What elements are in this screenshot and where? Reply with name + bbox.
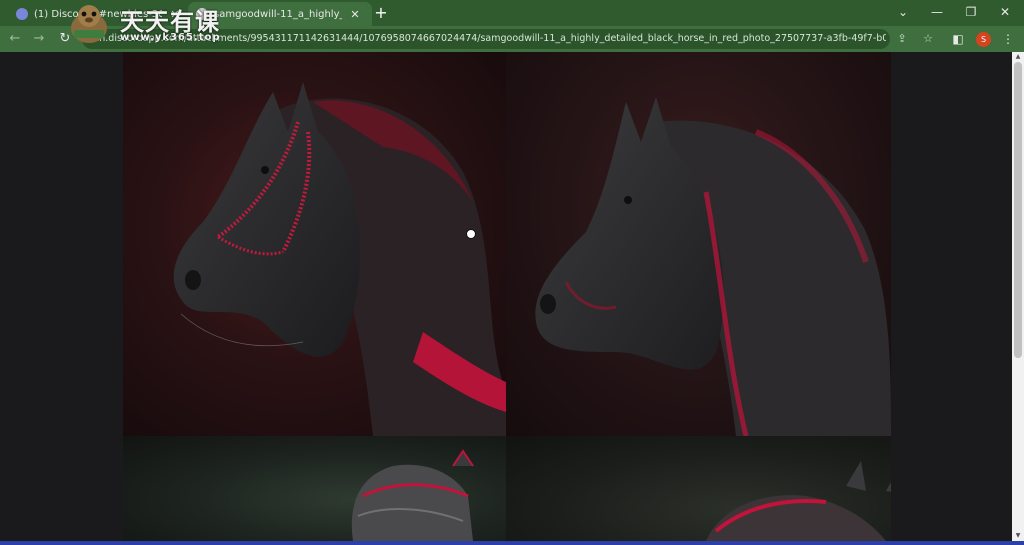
- image-tile-2[interactable]: [506, 52, 891, 436]
- scrollbar-thumb[interactable]: [1014, 62, 1022, 358]
- horse-image-2: [535, 97, 891, 436]
- scroll-up-icon[interactable]: ▲: [1012, 52, 1024, 62]
- horse-image-3: [351, 449, 474, 541]
- taskbar-edge: [0, 541, 1024, 545]
- horse-image-1: [173, 82, 506, 436]
- image-viewport: [0, 52, 1012, 541]
- share-icon[interactable]: ⇪: [894, 31, 910, 47]
- image-tile-4[interactable]: [506, 436, 891, 541]
- sidepanel-icon[interactable]: ◧: [950, 31, 966, 47]
- tab-search-icon[interactable]: ⌄: [886, 0, 920, 24]
- vertical-scrollbar[interactable]: ▲ ▼: [1012, 52, 1024, 541]
- watermark-url: www.yk365.top: [120, 32, 221, 43]
- discord-icon: [16, 8, 28, 20]
- watermark: 天天有课 www.yk365.top: [66, 2, 280, 46]
- image-tile-3[interactable]: [123, 436, 506, 541]
- image-grid[interactable]: [123, 52, 891, 541]
- watermark-logo-icon: [71, 5, 107, 43]
- horse-image-4: [706, 461, 891, 541]
- close-button[interactable]: ✕: [988, 0, 1022, 24]
- profile-avatar[interactable]: S: [976, 32, 991, 47]
- new-tab-button[interactable]: +: [372, 4, 390, 22]
- forward-icon[interactable]: →: [30, 30, 48, 48]
- star-icon[interactable]: ☆: [920, 31, 936, 47]
- restore-button[interactable]: ❐: [954, 0, 988, 24]
- minimize-button[interactable]: —: [920, 0, 954, 24]
- scroll-down-icon[interactable]: ▼: [1012, 531, 1024, 541]
- tab-close-icon[interactable]: ✕: [348, 8, 362, 21]
- more-vert-icon[interactable]: ⋮: [1000, 31, 1016, 47]
- mouse-cursor: [466, 229, 476, 239]
- back-icon[interactable]: ←: [6, 30, 24, 48]
- image-tile-1[interactable]: [123, 52, 506, 436]
